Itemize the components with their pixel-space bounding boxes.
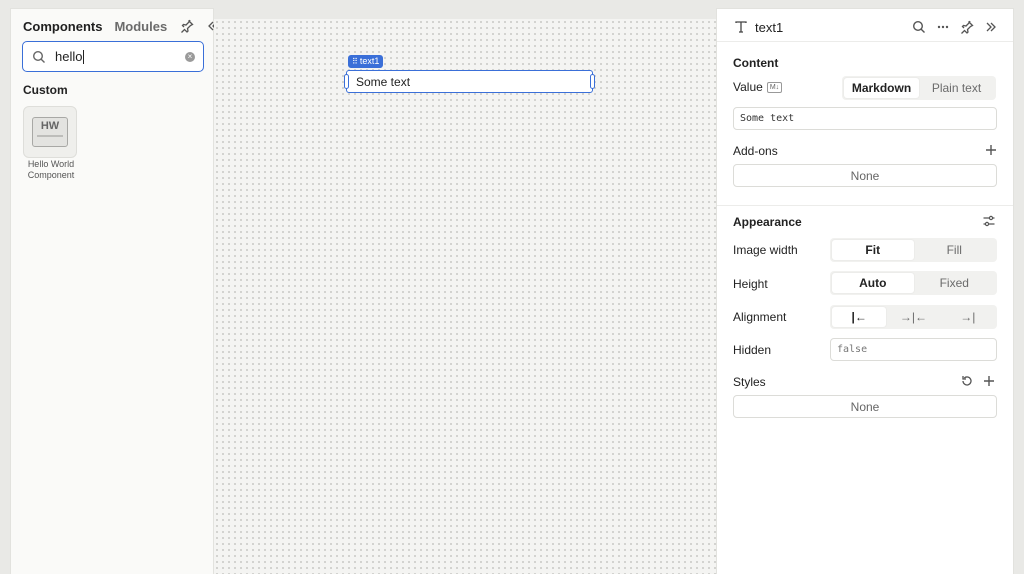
drag-handle-icon[interactable]: ⠿ bbox=[352, 55, 358, 68]
reset-icon[interactable] bbox=[959, 373, 975, 389]
value-label: Value M↓ bbox=[733, 80, 783, 94]
image-width-toggle: Fit Fill bbox=[830, 238, 997, 262]
hello-world-component-label[interactable]: Hello World Component bbox=[19, 159, 83, 181]
appearance-section-title: Appearance bbox=[733, 215, 802, 229]
text-type-icon bbox=[733, 19, 749, 35]
align-left-icon[interactable]: |← bbox=[832, 307, 887, 327]
value-format-toggle: Markdown Plain text bbox=[842, 76, 996, 100]
inspector-header: text1 bbox=[733, 17, 999, 37]
add-addon-icon[interactable] bbox=[983, 142, 999, 158]
content-section-title: Content bbox=[733, 56, 779, 70]
search-icon bbox=[31, 49, 47, 65]
alignment-toggle: |← →|← →| bbox=[830, 305, 997, 329]
height-label: Height bbox=[733, 277, 768, 291]
inspector-panel: text1 Content Value M↓ Markdown Plain tex… bbox=[716, 8, 1014, 574]
hw-icon-text: HW bbox=[40, 120, 60, 132]
align-center-icon[interactable]: →|← bbox=[886, 307, 940, 327]
markdown-badge-icon: M↓ bbox=[766, 82, 783, 94]
text-caret bbox=[83, 49, 85, 64]
components-panel: Components Modules hello × Custom HW Hel… bbox=[10, 8, 218, 574]
hidden-input[interactable]: false bbox=[830, 338, 997, 361]
alignment-label: Alignment bbox=[733, 310, 787, 324]
tab-modules[interactable]: Modules bbox=[114, 19, 167, 34]
value-input[interactable]: Some text bbox=[733, 107, 997, 130]
custom-section-title: Custom bbox=[23, 83, 68, 97]
height-toggle: Auto Fixed bbox=[830, 271, 997, 295]
component-search-input[interactable]: hello × bbox=[22, 41, 204, 72]
header-divider bbox=[717, 41, 1013, 42]
selection-tag[interactable]: ⠿ text1 bbox=[348, 55, 384, 68]
styles-label: Styles bbox=[733, 375, 766, 389]
canvas-top-strip bbox=[214, 0, 716, 19]
hidden-label: Hidden bbox=[733, 343, 772, 357]
app-canvas[interactable] bbox=[214, 19, 716, 574]
add-style-icon[interactable] bbox=[981, 373, 997, 389]
section-divider bbox=[717, 205, 1013, 206]
addons-list[interactable]: None bbox=[733, 164, 997, 187]
components-panel-header: Components Modules bbox=[23, 16, 218, 36]
pin-icon[interactable] bbox=[959, 19, 975, 35]
more-options-icon[interactable] bbox=[935, 19, 951, 35]
text-component[interactable]: Some text bbox=[344, 70, 595, 93]
height-option-fixed[interactable]: Fixed bbox=[914, 273, 996, 293]
collapse-right-icon[interactable] bbox=[983, 19, 999, 35]
image-width-label: Image width bbox=[733, 243, 798, 257]
sliders-icon[interactable] bbox=[981, 213, 997, 229]
pin-icon[interactable] bbox=[179, 18, 195, 34]
clear-search-icon[interactable]: × bbox=[185, 51, 195, 62]
hello-world-component-icon: HW bbox=[32, 117, 68, 147]
tab-components[interactable]: Components bbox=[23, 19, 102, 34]
height-option-auto[interactable]: Auto bbox=[832, 273, 914, 293]
styles-list[interactable]: None bbox=[733, 395, 997, 418]
search-value: hello bbox=[55, 49, 83, 64]
align-right-icon[interactable]: →| bbox=[941, 307, 995, 327]
component-name[interactable]: text1 bbox=[755, 20, 783, 35]
format-option-markdown[interactable]: Markdown bbox=[844, 78, 919, 98]
addons-label: Add-ons bbox=[733, 144, 778, 158]
image-width-option-fill[interactable]: Fill bbox=[914, 240, 996, 260]
image-width-option-fit[interactable]: Fit bbox=[832, 240, 914, 260]
format-option-plain-text[interactable]: Plain text bbox=[919, 78, 994, 98]
resize-handle-left[interactable] bbox=[344, 74, 349, 89]
resize-handle-right[interactable] bbox=[590, 74, 595, 89]
search-icon[interactable] bbox=[911, 19, 927, 35]
hello-world-component-tile[interactable]: HW bbox=[23, 106, 77, 158]
text-component-content: Some text bbox=[356, 74, 411, 89]
